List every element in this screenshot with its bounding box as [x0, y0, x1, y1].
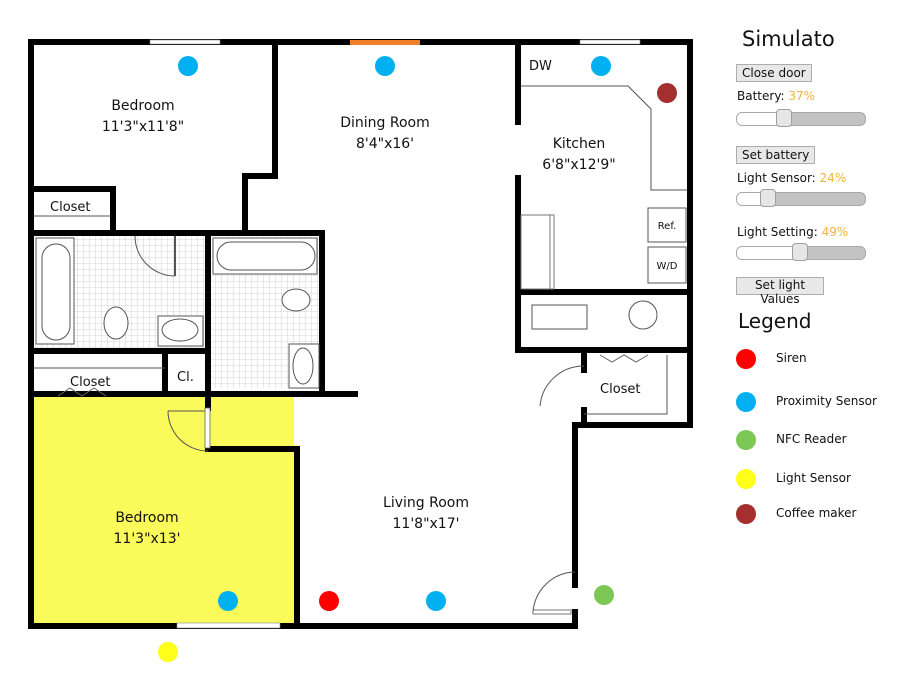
pantry-basin — [628, 300, 658, 330]
room-size: 11'3"x11'8" — [102, 119, 184, 135]
slider-thumb[interactable] — [759, 189, 776, 207]
siren[interactable] — [319, 591, 339, 611]
coffee-maker[interactable] — [657, 83, 677, 103]
slider-thumb[interactable] — [791, 243, 808, 261]
legend-swatch-icon — [736, 349, 756, 369]
room-name: Kitchen — [553, 136, 606, 152]
window — [579, 39, 641, 45]
front-door-open — [350, 40, 420, 45]
legend-label: Siren — [776, 351, 807, 365]
proximity-sensor[interactable] — [218, 591, 238, 611]
floor-plan: Bedroom 11'3"x11'8" Dining Room 8'4"x16'… — [28, 39, 693, 662]
battery-label-text: Battery: — [737, 89, 789, 103]
dishwasher-label: DW — [529, 59, 552, 74]
set-light-values-button[interactable]: Set light Values — [736, 277, 824, 306]
legend-swatch-icon — [736, 469, 756, 489]
light-setting-slider[interactable] — [736, 243, 866, 261]
kitchen-cabinet — [520, 214, 555, 290]
closet-label: Closet — [70, 375, 111, 390]
refrigerator-label: Ref. — [658, 221, 677, 232]
legend-swatch-icon — [736, 504, 756, 524]
slider-thumb[interactable] — [776, 109, 793, 127]
room-name: Bedroom — [111, 98, 174, 114]
light-setting-value: 49% — [821, 225, 849, 239]
pantry-sink — [531, 304, 588, 330]
battery-value: 37% — [788, 89, 816, 103]
closet-label: Closet — [600, 382, 641, 397]
light-setting-label-text: Light Setting: — [737, 225, 822, 239]
legend-label: Coffee maker — [776, 506, 857, 520]
proximity-sensor[interactable] — [426, 591, 446, 611]
nfc-reader[interactable] — [594, 585, 614, 605]
washer-dryer-label: W/D — [657, 261, 678, 272]
battery-slider[interactable] — [736, 109, 866, 127]
legend-swatch-icon — [736, 392, 756, 412]
light-sensor-label: Light Sensor: 24% — [737, 171, 846, 185]
close-door-button[interactable]: Close door — [736, 64, 812, 82]
room-size: 11'3"x13' — [114, 531, 181, 547]
light-sensor[interactable] — [158, 642, 178, 662]
light-sensor-value: 24% — [819, 171, 847, 185]
room-name: Bedroom — [115, 510, 178, 526]
light-sensor-label-text: Light Sensor: — [737, 171, 820, 185]
legend-label: Proximity Sensor — [776, 394, 877, 408]
light-sensor-slider[interactable] — [736, 189, 866, 207]
light-setting-label: Light Setting: 49% — [737, 225, 848, 239]
room-size: 6'8"x12'9" — [542, 157, 615, 173]
room-name: Living Room — [383, 495, 469, 511]
proximity-sensor[interactable] — [178, 56, 198, 76]
window — [149, 39, 221, 45]
closet-label: Cl. — [177, 370, 194, 385]
room-size: 11'8"x17' — [393, 516, 460, 532]
room-size: 8'4"x16' — [356, 136, 414, 152]
app-title: Simulato — [742, 27, 835, 51]
closet-label: Closet — [50, 200, 91, 215]
battery-label: Battery: 37% — [737, 89, 815, 103]
legend-label: NFC Reader — [776, 432, 847, 446]
legend-label: Light Sensor — [776, 471, 851, 485]
window — [176, 622, 281, 629]
proximity-sensor[interactable] — [375, 56, 395, 76]
legend-swatch-icon — [736, 430, 756, 450]
legend-title: Legend — [738, 309, 812, 333]
set-battery-button[interactable]: Set battery — [736, 146, 816, 164]
proximity-sensor[interactable] — [591, 56, 611, 76]
room-name: Dining Room — [340, 115, 430, 131]
